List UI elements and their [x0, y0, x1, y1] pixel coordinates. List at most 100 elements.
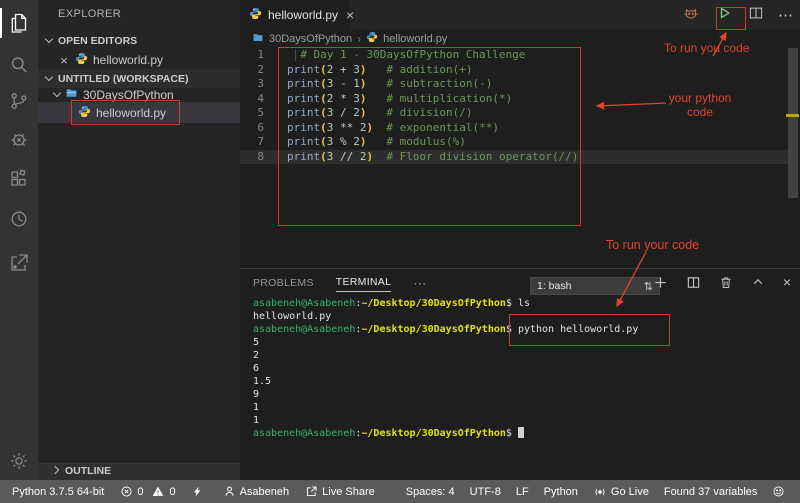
code-line[interactable]: 8print(3 // 2) # Floor division operator… [240, 150, 788, 165]
panel-actions: × [653, 274, 791, 290]
code-line[interactable]: 4print(2 * 3) # multiplication(*) [240, 92, 788, 107]
code-line[interactable]: 7print(3 % 2) # modulus(%) [240, 135, 788, 150]
live-share-item[interactable]: Live Share [305, 485, 375, 498]
open-editor-label: helloworld.py [93, 53, 163, 67]
variables-item[interactable]: Found 37 variables [664, 486, 758, 498]
search-icon[interactable] [0, 48, 38, 82]
shell-selector[interactable]: 1: bash ⇅ [530, 277, 660, 295]
line-number: 7 [240, 135, 264, 150]
terminal-line: 6 [253, 362, 638, 375]
activity-bar [0, 0, 38, 480]
terminal-line: 1 [253, 414, 638, 427]
python-file-icon [249, 7, 262, 23]
terminal-line: asabeneh@Asabeneh:~/Desktop/30DaysOfPyth… [253, 427, 638, 440]
cat-extension-icon[interactable] [681, 3, 701, 28]
close-icon[interactable]: × [58, 54, 70, 67]
kill-terminal-icon[interactable] [719, 275, 733, 290]
folder-icon [252, 32, 264, 46]
python-file-icon [75, 52, 88, 68]
code-line[interactable]: 3print(3 - 1) # subtraction(-) [240, 77, 788, 92]
tab-terminal[interactable]: TERMINAL [336, 276, 392, 292]
status-bar: Python 3.7.5 64-bit 0 0 Asabeneh Live Sh… [0, 480, 800, 503]
chevron-right-icon: › [357, 32, 361, 46]
terminal-line: asabeneh@Asabeneh:~/Desktop/30DaysOfPyth… [253, 323, 638, 336]
line-number: 5 [240, 106, 264, 121]
more-actions-icon[interactable]: ⋯ [778, 6, 794, 24]
status-right: Spaces: 4 UTF-8 LF Python Go Live Found … [391, 485, 800, 499]
terminal-line: 1 [253, 401, 638, 414]
tab-bar: helloworld.py × ⋯ [240, 0, 800, 30]
sidebar-explorer: EXPLORER OPEN EDITORS × helloworld.py UN… [38, 0, 240, 480]
sidebar-title: EXPLORER [58, 8, 121, 20]
code-line[interactable]: 1 # Day 1 - 30DaysOfPython Challenge [240, 48, 788, 63]
breadcrumb-folder[interactable]: 30DaysOfPython [269, 33, 352, 45]
go-live-item[interactable]: Go Live [593, 485, 649, 499]
close-icon[interactable]: × [346, 8, 354, 22]
live-share-icon [305, 485, 318, 498]
code-line[interactable]: 5print(3 / 2) # division(/) [240, 106, 788, 121]
terminal-line: asabeneh@Asabeneh:~/Desktop/30DaysOfPyth… [253, 297, 638, 310]
more-tabs-icon[interactable]: ⋯ [413, 276, 427, 292]
python-version-item[interactable]: Python 3.7.5 64-bit [12, 486, 104, 498]
breadcrumb-file[interactable]: helloworld.py [383, 33, 447, 45]
user-item[interactable]: Asabeneh [223, 485, 290, 498]
breadcrumb[interactable]: 30DaysOfPython › helloworld.py [240, 30, 800, 47]
split-terminal-icon[interactable] [686, 275, 701, 290]
encoding-item[interactable]: UTF-8 [470, 486, 501, 498]
source-control-icon[interactable] [0, 84, 38, 118]
outline-section-header[interactable]: OUTLINE [38, 461, 240, 480]
debug-icon[interactable] [0, 122, 38, 156]
code-lines[interactable]: 1 # Day 1 - 30DaysOfPython Challenge2pri… [240, 48, 788, 164]
line-number: 1 [240, 48, 264, 63]
language-item[interactable]: Python [544, 486, 578, 498]
lightning-icon [192, 485, 203, 498]
split-editor-icon[interactable] [747, 4, 765, 27]
close-panel-icon[interactable]: × [783, 274, 791, 290]
terminal-line: 2 [253, 349, 638, 362]
code-line[interactable]: 6print(3 ** 2) # exponential(**) [240, 121, 788, 136]
spaces-item[interactable]: Spaces: 4 [406, 486, 455, 498]
python-file-icon [78, 105, 91, 121]
open-editors-header[interactable]: OPEN EDITORS [38, 31, 240, 50]
share-icon[interactable] [0, 246, 38, 280]
chevron-down-icon [53, 89, 61, 97]
run-icon[interactable] [714, 3, 734, 28]
warnings-item[interactable]: 0 [151, 485, 175, 498]
line-number: 8 [240, 150, 264, 165]
python-file-icon [366, 31, 378, 46]
chevron-right-icon [51, 465, 59, 473]
panel: PROBLEMS TERMINAL ⋯ 1: bash ⇅ × asabeneh… [240, 268, 800, 480]
clock-icon[interactable] [0, 202, 38, 236]
person-icon [223, 485, 236, 498]
open-editor-item[interactable]: × helloworld.py [38, 50, 240, 70]
gear-icon[interactable] [0, 444, 38, 478]
tab-helloworld[interactable]: helloworld.py × [240, 0, 350, 30]
folder-item-30daysofpython[interactable]: 30DaysOfPython [38, 86, 240, 103]
terminal-cursor [518, 427, 524, 438]
overview-ruler-mark [786, 114, 799, 117]
panel-tabs: PROBLEMS TERMINAL ⋯ [253, 276, 427, 292]
new-terminal-icon[interactable] [653, 275, 668, 290]
maximize-panel-icon[interactable] [751, 275, 765, 289]
tab-problems[interactable]: PROBLEMS [253, 277, 314, 292]
terminal-line: 1.5 [253, 375, 638, 388]
extensions-icon[interactable] [0, 162, 38, 196]
eol-item[interactable]: LF [516, 486, 529, 498]
select-stepper-icon: ⇅ [644, 280, 653, 293]
terminal-line: 5 [253, 336, 638, 349]
explorer-icon[interactable] [0, 6, 38, 40]
indent-guide [295, 49, 296, 61]
terminal-output[interactable]: asabeneh@Asabeneh:~/Desktop/30DaysOfPyth… [253, 297, 638, 440]
terminal-line: 9 [253, 388, 638, 401]
line-number: 6 [240, 121, 264, 136]
error-icon [120, 485, 133, 498]
warning-icon [151, 485, 165, 498]
errors-item[interactable]: 0 [120, 485, 143, 498]
code-line[interactable]: 2print(2 + 3) # addition(+) [240, 63, 788, 78]
editor-actions: ⋯ [681, 0, 794, 30]
lightning-item[interactable] [192, 485, 207, 498]
file-item-helloworld[interactable]: helloworld.py [38, 102, 240, 123]
feedback-item[interactable] [772, 485, 785, 498]
editor-scrollbar[interactable] [788, 48, 798, 198]
file-label: helloworld.py [96, 106, 166, 120]
